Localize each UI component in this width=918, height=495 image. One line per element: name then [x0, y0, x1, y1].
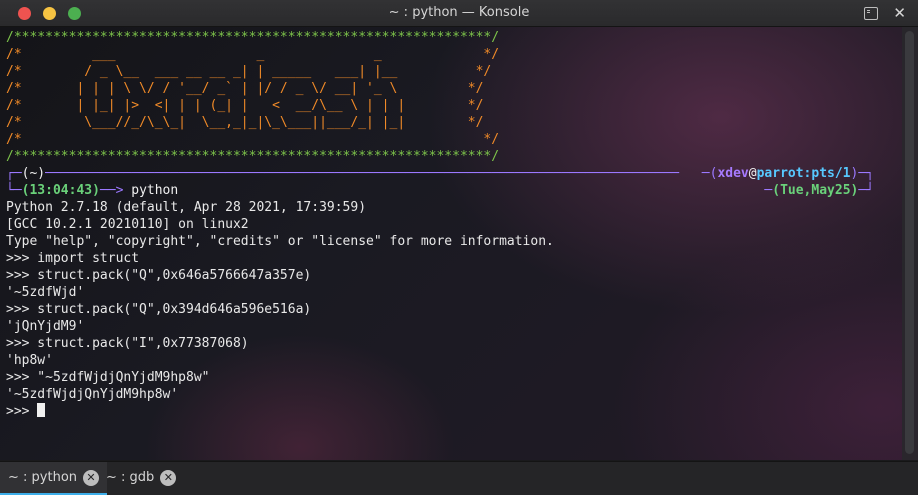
prompt-dir: (~): [21, 166, 46, 181]
banner-text: /* | |_| |> <| | | (_| | < __/\__ \ | | …: [6, 98, 484, 113]
prompt-user-host: ─(xdev@parrot:pts/1)─┐: [702, 165, 874, 182]
prompt-line-top: ┌─(~)───────────────────────────────────…: [6, 165, 679, 182]
prompt-at: @: [748, 166, 757, 181]
banner-line: /* | | | \ \/ / '__/ _` | |/ / _ \/ __| …: [6, 80, 679, 97]
current-prompt: >>>: [6, 404, 38, 419]
banner-text: /* | | | \ \/ / '__/ _` | |/ / _ \/ __| …: [6, 81, 484, 96]
output-line: >>> import struct: [6, 251, 140, 266]
close-icon[interactable]: ✕: [893, 4, 906, 22]
output-line: 'jQnYjdM9': [6, 319, 85, 334]
banner-text: /* ___ _ _ */: [6, 47, 500, 62]
banner-text: /***************************************…: [6, 149, 500, 164]
output-line: Python 2.7.18 (default, Apr 28 2021, 17:…: [6, 200, 367, 215]
prompt-command: python: [131, 183, 179, 198]
output-line: 'hp8w': [6, 353, 53, 368]
output-line: '~5zdfWjd': [6, 285, 85, 300]
output-line: '~5zdfWjdjQnYjdM9hp8w': [6, 387, 179, 402]
prompt-line-bottom: └─(13:04:43)──> python: [6, 182, 679, 199]
title-bar[interactable]: ~ : python — Konsole ✕: [0, 0, 918, 27]
banner-text: /* / _ \__ ___ __ __ _| | _____ ___| |__…: [6, 64, 492, 79]
output-line: [GCC 10.2.1 20210110] on linux2: [6, 217, 249, 232]
prompt-corner: ┌─: [6, 166, 22, 181]
scrollbar-thumb[interactable]: [905, 31, 914, 454]
tab-gdb[interactable]: ~ : gdb ✕: [98, 462, 184, 493]
menu-icon[interactable]: [864, 7, 878, 20]
prompt-bracket: )─┐: [850, 166, 874, 181]
prompt-date-box: ─(Tue,May25)─┘: [764, 182, 874, 199]
tab-label: ~ : gdb: [106, 470, 155, 485]
konsole-window: ~ : python — Konsole ✕ /****************…: [0, 0, 918, 495]
output-line: >>> struct.pack("I",0x77387068): [6, 336, 249, 351]
prompt-corner: └─: [6, 183, 22, 198]
banner-line: /* ___ _ _ */: [6, 46, 679, 63]
terminal-area[interactable]: /***************************************…: [0, 27, 918, 460]
tab-bar: ~ : python ✕ ~ : gdb ✕: [0, 461, 918, 495]
prompt-arrow: ──>: [99, 183, 132, 198]
current-prompt-line[interactable]: >>>: [6, 403, 679, 420]
prompt-time: (13:04:43): [21, 183, 100, 198]
output-line: >>> struct.pack("Q",0x394d646a596e516a): [6, 302, 312, 317]
banner-line: /* \___//_/\_\_| \__,_|_|\_\___||___/_| …: [6, 114, 679, 131]
text-cursor: [37, 403, 46, 417]
banner-text: /* */: [6, 132, 500, 147]
close-tab-icon[interactable]: ✕: [83, 469, 100, 486]
prompt-host: parrot:pts/1: [756, 166, 851, 181]
terminal-lines: /***************************************…: [6, 29, 679, 420]
banner-line: /***************************************…: [6, 29, 679, 46]
prompt-rule: ────────────────────────────────────────…: [45, 166, 680, 181]
banner-text: /* \___//_/\_\_| \__,_|_|\_\___||___/_| …: [6, 115, 484, 130]
banner-line: /* | |_| |> <| | | (_| | < __/\__ \ | | …: [6, 97, 679, 114]
close-tab-icon[interactable]: ✕: [160, 469, 177, 486]
prompt-user: xdev: [717, 166, 749, 181]
output-line: Type "help", "copyright", "credits" or "…: [6, 234, 554, 249]
banner-line: /* */: [6, 131, 679, 148]
prompt-date: (Tue,May25): [772, 183, 859, 198]
tab-python[interactable]: ~ : python ✕: [0, 462, 108, 495]
banner-text: /***************************************…: [6, 30, 500, 45]
prompt-rule: ─: [701, 166, 710, 181]
output-line: >>> "~5zdfWjdjQnYjdM9hp8w": [6, 370, 210, 385]
banner-line: /* / _ \__ ___ __ __ _| | _____ ___| |__…: [6, 63, 679, 80]
terminal-scrollbar[interactable]: [902, 27, 918, 460]
tab-label: ~ : python: [8, 470, 78, 485]
window-title: ~ : python — Konsole: [388, 5, 530, 20]
prompt-corner: ─┘: [858, 183, 874, 198]
output-line: >>> struct.pack("Q",0x646a5766647a357e): [6, 268, 312, 283]
banner-line: /***************************************…: [6, 148, 679, 165]
